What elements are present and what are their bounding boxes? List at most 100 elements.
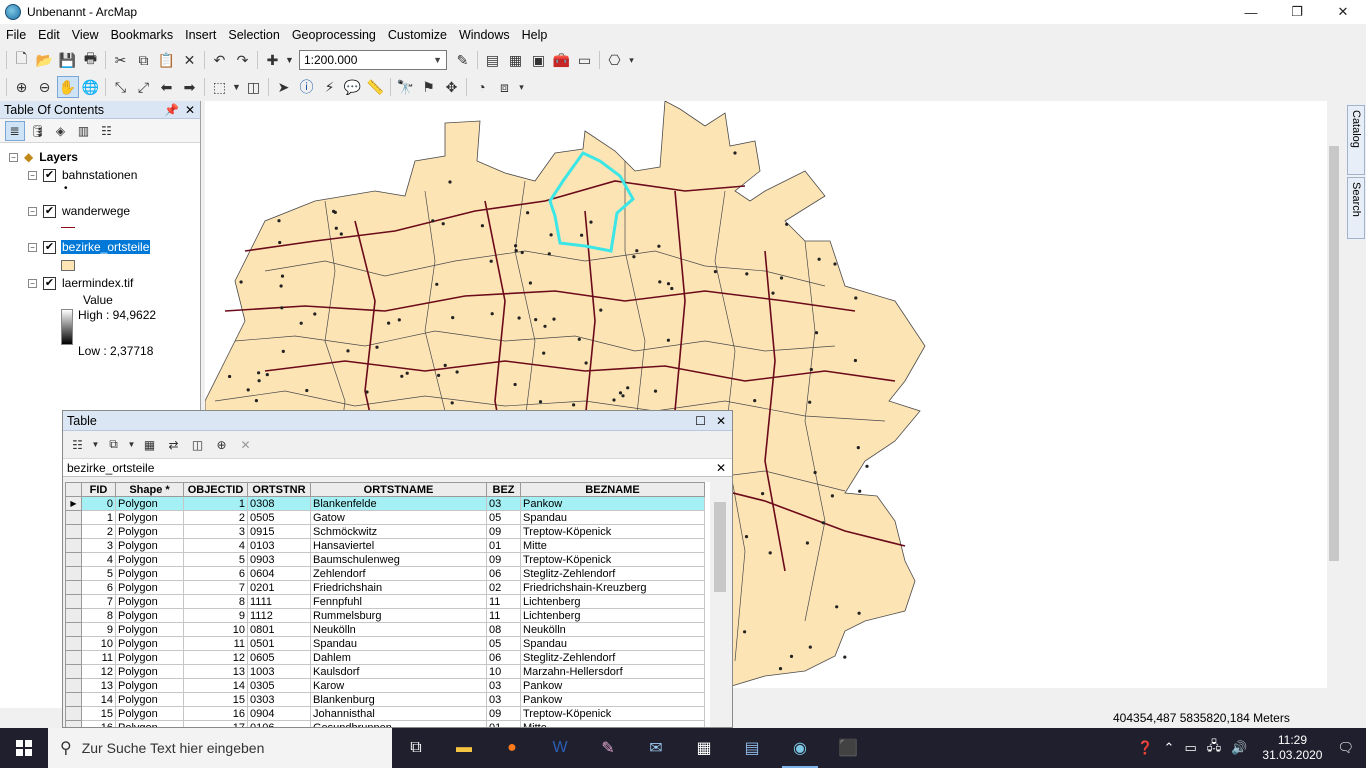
network-icon[interactable]: 🖧: [1202, 737, 1227, 759]
cell-bezname[interactable]: Mitte: [520, 720, 705, 727]
cell-ortstname[interactable]: Rummelsburg: [310, 608, 487, 623]
column-header-bezname[interactable]: BEZNAME: [520, 482, 705, 497]
cell-ortstnr[interactable]: 1111: [247, 594, 311, 609]
table-row[interactable]: 3 Polygon 4 0103 Hansaviertel 01 Mitte: [65, 538, 705, 553]
cell-ortstnr[interactable]: 0305: [247, 678, 311, 693]
menu-view[interactable]: View: [66, 24, 105, 46]
layer-bahnstationen[interactable]: − ✔ bahnstationen: [28, 167, 138, 183]
clear-selection-icon[interactable]: ◫: [188, 435, 208, 455]
layer-visibility-checkbox[interactable]: ✔: [43, 168, 56, 182]
scroll-thumb[interactable]: [1329, 146, 1339, 561]
table-row[interactable]: 14 Polygon 15 0303 Blankenburg 03 Pankow: [65, 692, 705, 707]
file-explorer-icon[interactable]: ▬: [440, 728, 488, 768]
go-to-xy-icon[interactable]: ✥: [441, 76, 463, 98]
cell-bezname[interactable]: Lichtenberg: [520, 594, 705, 609]
row-selector[interactable]: [65, 552, 82, 567]
cell-ortstname[interactable]: Blankenfelde: [310, 496, 487, 511]
chevron-down-icon[interactable]: ▼: [433, 55, 442, 65]
row-selector[interactable]: [65, 594, 82, 609]
cell-ortstname[interactable]: Zehlendorf: [310, 566, 487, 581]
cell-bez[interactable]: 03: [486, 692, 521, 707]
zoom-to-selected-icon[interactable]: ⊕: [212, 435, 232, 455]
layer-visibility-checkbox[interactable]: ✔: [43, 276, 56, 290]
maximize-icon[interactable]: ☐: [695, 414, 706, 428]
layer-visibility-checkbox[interactable]: ✔: [43, 204, 56, 218]
row-selector[interactable]: [65, 692, 82, 707]
cell-bez[interactable]: 03: [486, 678, 521, 693]
toc-window-icon[interactable]: ▤: [482, 49, 504, 71]
cell-ortstname[interactable]: Gatow: [310, 510, 487, 525]
cell-bez[interactable]: 11: [486, 608, 521, 623]
cell-ortstnr[interactable]: 0604: [247, 566, 311, 581]
new-document-icon[interactable]: 🗋: [11, 49, 33, 71]
cell-ortstnr[interactable]: 0303: [247, 692, 311, 707]
cell-objectid[interactable]: 5: [183, 552, 248, 567]
list-by-selection-icon[interactable]: ▥: [74, 121, 94, 141]
menu-geoprocessing[interactable]: Geoprocessing: [286, 24, 382, 46]
paint-icon[interactable]: ✎: [584, 728, 632, 768]
close-icon[interactable]: ✕: [716, 461, 726, 475]
cell-shape[interactable]: Polygon: [115, 720, 184, 727]
save-icon[interactable]: 💾: [57, 49, 79, 71]
cell-fid[interactable]: 7: [81, 594, 116, 609]
cell-shape[interactable]: Polygon: [115, 706, 184, 721]
row-selector[interactable]: [65, 566, 82, 581]
row-selector[interactable]: [65, 622, 82, 637]
cell-bezname[interactable]: Spandau: [520, 636, 705, 651]
cell-fid[interactable]: 5: [81, 566, 116, 581]
select-elements-icon[interactable]: ➤: [273, 76, 295, 98]
layer-name[interactable]: bezirke_ortsteile: [61, 240, 151, 254]
options-icon[interactable]: ☷: [97, 121, 117, 141]
cell-shape[interactable]: Polygon: [115, 496, 184, 511]
cell-shape[interactable]: Polygon: [115, 636, 184, 651]
cell-fid[interactable]: 4: [81, 552, 116, 567]
task-view-icon[interactable]: ⧉: [392, 728, 440, 768]
cell-shape[interactable]: Polygon: [115, 608, 184, 623]
cell-fid[interactable]: 3: [81, 538, 116, 553]
layer-wanderwege[interactable]: − ✔ wanderwege: [28, 203, 131, 219]
row-selector[interactable]: [65, 538, 82, 553]
toolbar-options-icon[interactable]: ▾: [627, 49, 637, 71]
menu-file[interactable]: File: [0, 24, 32, 46]
list-by-drawing-order-icon[interactable]: ≣: [4, 120, 25, 141]
full-extent-icon[interactable]: 🌐: [80, 76, 102, 98]
cell-shape[interactable]: Polygon: [115, 622, 184, 637]
column-header-ortstname[interactable]: ORTSTNAME: [310, 482, 487, 497]
row-selector[interactable]: [65, 510, 82, 525]
cell-bezname[interactable]: Spandau: [520, 510, 705, 525]
open-folder-icon[interactable]: 📂: [34, 49, 56, 71]
table-options-icon[interactable]: ☷: [68, 435, 88, 455]
add-data-icon[interactable]: ✚: [262, 49, 284, 71]
layer-name[interactable]: bahnstationen: [61, 168, 138, 182]
create-viewer-icon[interactable]: ⧈: [494, 76, 516, 98]
scroll-thumb[interactable]: [714, 502, 726, 592]
volume-icon[interactable]: 🔊: [1226, 740, 1252, 756]
row-selector[interactable]: [65, 678, 82, 693]
python-window-icon[interactable]: ▭: [574, 49, 596, 71]
fixed-zoom-in-icon[interactable]: ⤡: [110, 76, 132, 98]
menu-help[interactable]: Help: [516, 24, 554, 46]
cell-ortstnr[interactable]: 0106: [247, 720, 311, 727]
search-window-icon[interactable]: ▣: [528, 49, 550, 71]
table-vertical-scrollbar[interactable]: [711, 482, 729, 727]
cell-objectid[interactable]: 15: [183, 692, 248, 707]
cell-bezname[interactable]: Pankow: [520, 692, 705, 707]
table-row[interactable]: 2 Polygon 3 0915 Schmöckwitz 09 Treptow-Köpeni…: [65, 524, 705, 539]
cell-bez[interactable]: 05: [486, 510, 521, 525]
table-tab-bezirke-ortsteile[interactable]: bezirke_ortsteile ✕: [63, 459, 732, 477]
column-header-objectid[interactable]: OBJECTID: [183, 482, 248, 497]
editor-toolbar-icon[interactable]: ✎: [452, 49, 474, 71]
cell-fid[interactable]: 16: [81, 720, 116, 727]
cell-bez[interactable]: 01: [486, 538, 521, 553]
add-data-dropdown-icon[interactable]: ▼: [285, 49, 295, 71]
cell-objectid[interactable]: 9: [183, 608, 248, 623]
word-icon[interactable]: W: [536, 728, 584, 768]
cell-shape[interactable]: Polygon: [115, 510, 184, 525]
row-selector[interactable]: [65, 706, 82, 721]
cell-fid[interactable]: 12: [81, 664, 116, 679]
list-by-source-icon[interactable]: 🛢: [28, 121, 48, 141]
identify-icon[interactable]: ⓘ: [296, 76, 318, 98]
column-header-fid[interactable]: FID: [81, 482, 116, 497]
cell-bezname[interactable]: Neukölln: [520, 622, 705, 637]
related-tables-dropdown-icon[interactable]: ▼: [128, 435, 136, 455]
